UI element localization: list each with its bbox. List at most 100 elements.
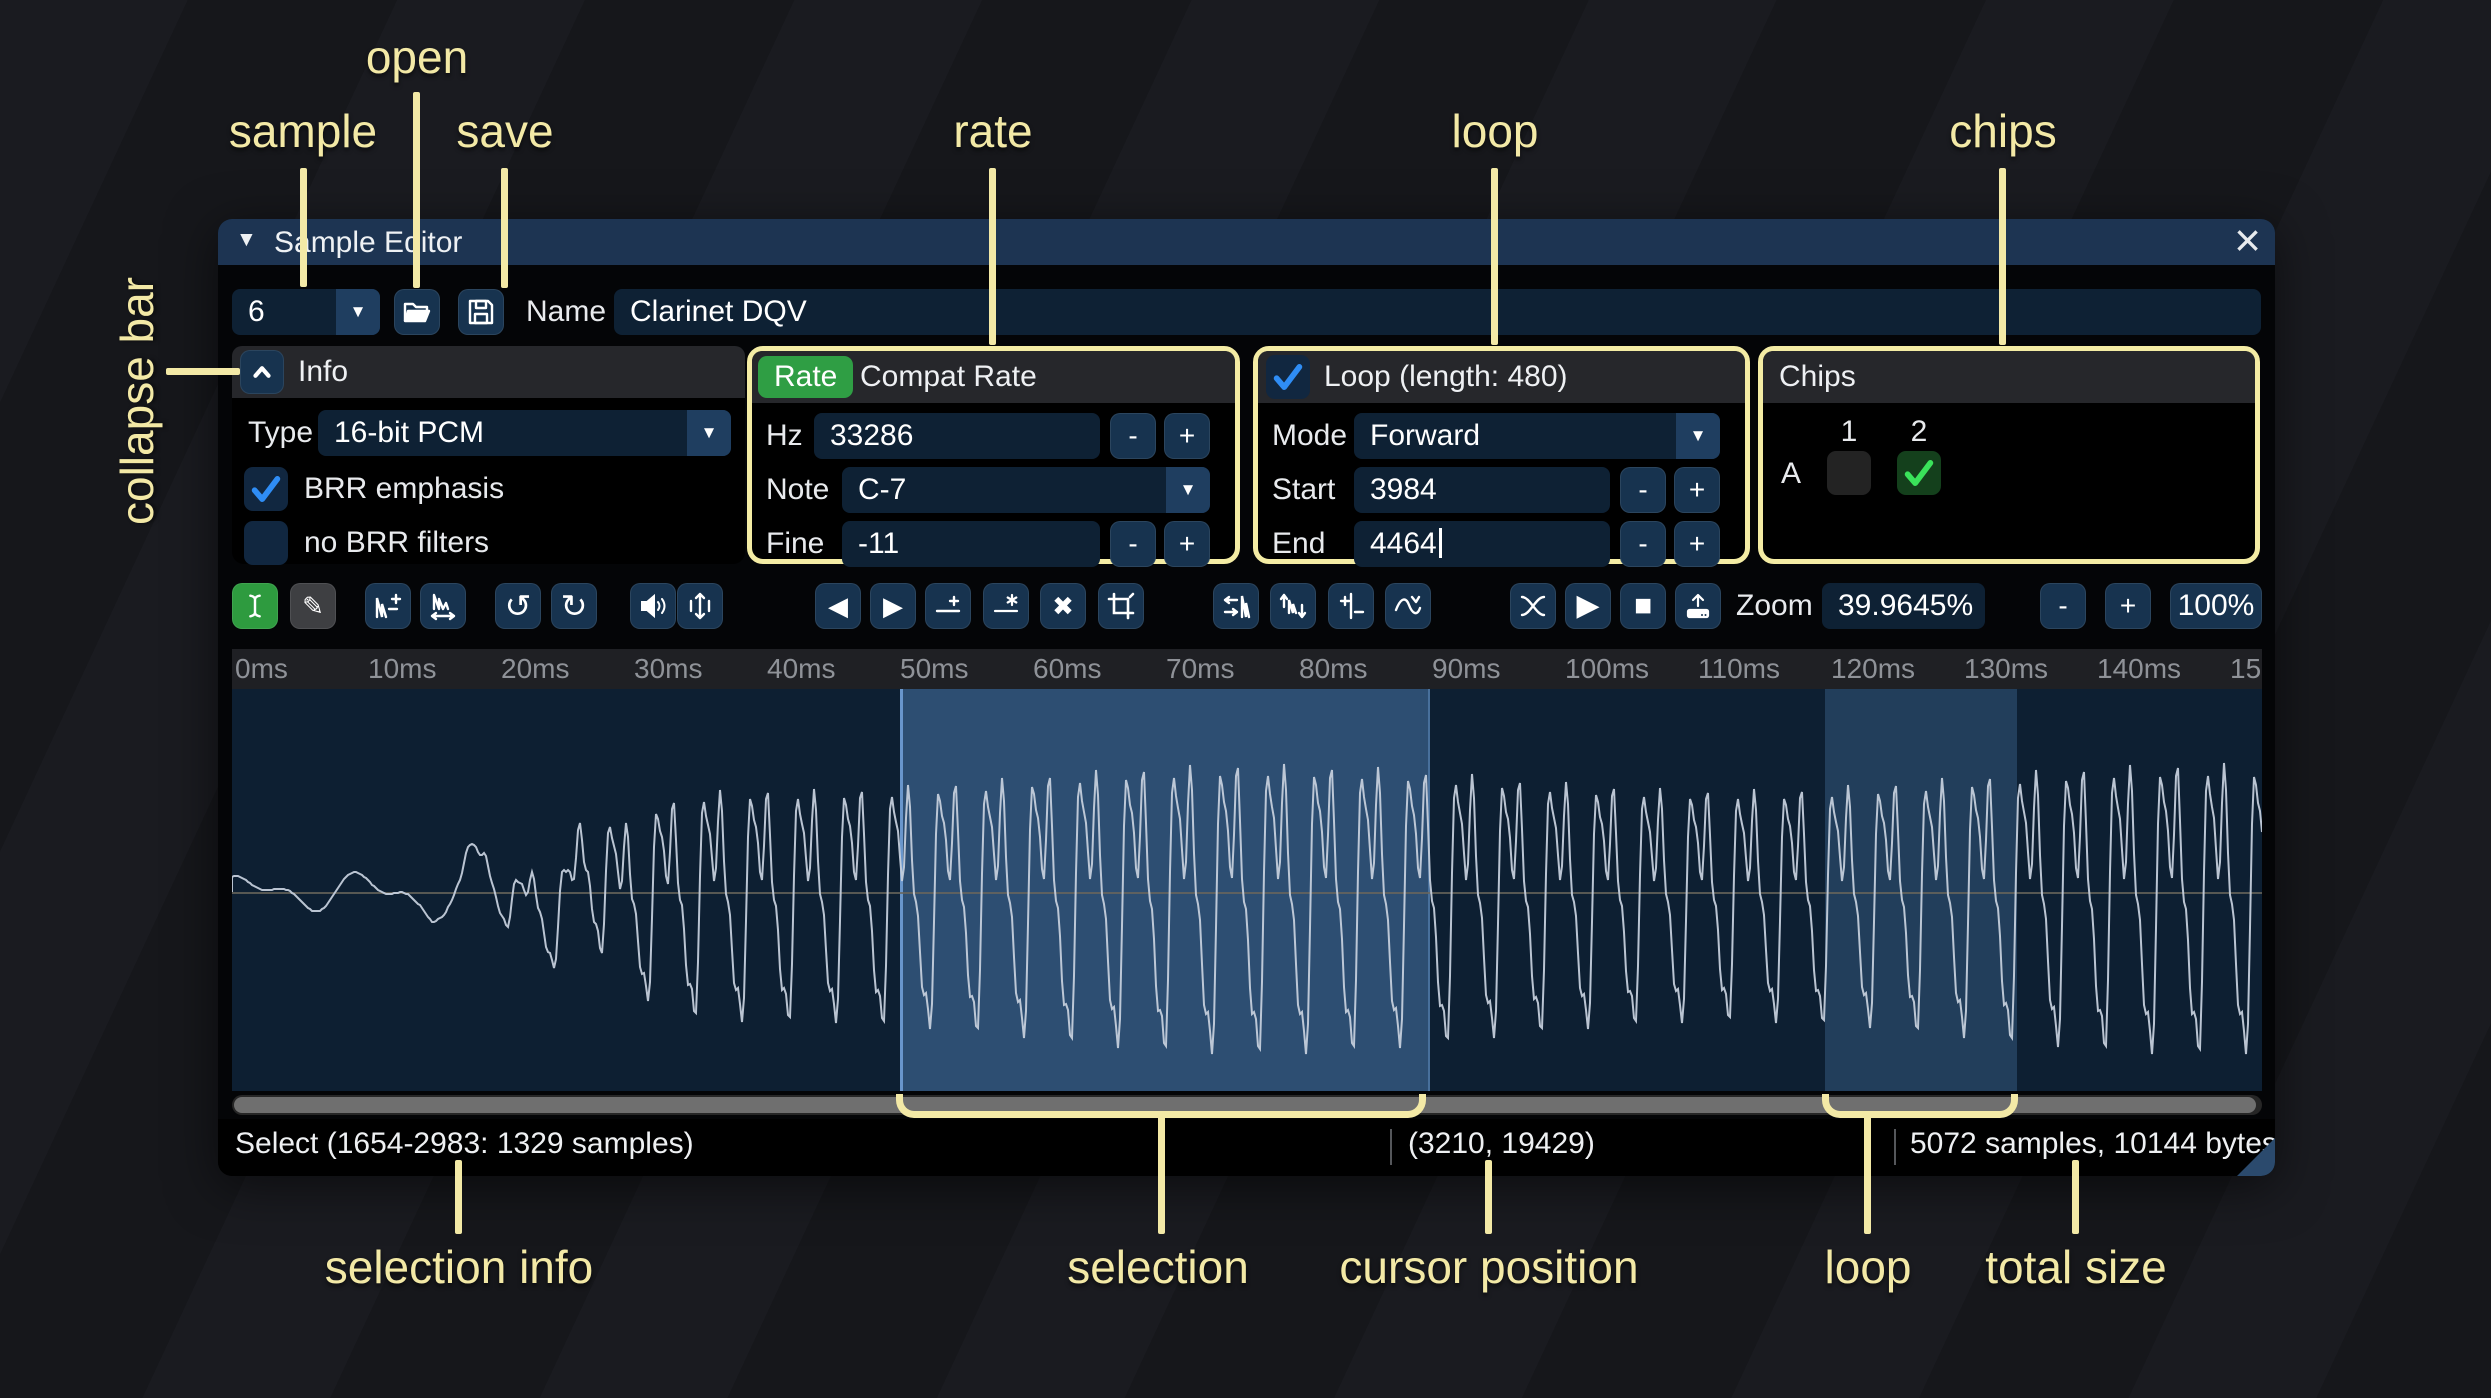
zoom-input[interactable]: 39.9645% [1822, 583, 1985, 629]
chevron-down-icon[interactable]: ▼ [1166, 467, 1210, 513]
sample-type-select[interactable]: 16-bit PCM ▼ [318, 410, 731, 456]
save-sample-button[interactable] [458, 289, 504, 335]
filter-curve-icon [1394, 595, 1422, 615]
resample-button[interactable] [420, 583, 466, 629]
folder-open-icon [403, 302, 431, 323]
brr-emphasis-checkbox[interactable] [244, 467, 288, 511]
fine-plus-button[interactable]: + [1164, 521, 1210, 567]
export-button[interactable] [1675, 583, 1721, 629]
waveform-stretch-icon [430, 593, 456, 621]
annotation-collapse-bar: collapse bar [111, 276, 163, 525]
title-bar[interactable]: ▼ Sample Editor × [218, 219, 2275, 267]
waveform-plus-icon [375, 593, 402, 619]
right-triangle-icon: ▶ [883, 591, 903, 621]
collapse-window-icon[interactable]: ▼ [236, 228, 257, 252]
rate-badge[interactable]: Rate [758, 356, 854, 398]
hz-label: Hz [766, 419, 803, 452]
trim-button[interactable] [1098, 583, 1144, 629]
annotation-line-selection [1158, 1114, 1165, 1234]
type-label: Type [248, 416, 314, 449]
loop-start-plus-button[interactable]: + [1674, 467, 1720, 513]
redo-button[interactable]: ↻ [551, 583, 597, 629]
timeline-tick: 120ms [1831, 653, 1916, 684]
chevron-down-icon[interactable]: ▼ [1676, 413, 1720, 459]
hz-minus-button[interactable]: - [1110, 413, 1156, 459]
check-icon [251, 476, 281, 502]
filter-button[interactable] [1385, 583, 1431, 629]
amplify-button[interactable] [630, 583, 676, 629]
apply-silence-button[interactable] [983, 583, 1029, 629]
annotation-line-loop-bottom [1864, 1114, 1871, 1234]
zoom-out-button[interactable]: - [2040, 583, 2086, 629]
loop-mode-select[interactable]: Forward ▼ [1354, 413, 1720, 459]
info-panel-title: Info [298, 355, 349, 388]
crop-icon [1107, 592, 1135, 620]
chevron-down-icon[interactable]: ▼ [336, 289, 380, 335]
chip-a2-checkbox[interactable] [1897, 451, 1941, 495]
loop-end-input[interactable]: 4464 [1354, 521, 1610, 567]
status-selection-info: Select (1654-2983: 1329 samples) [235, 1127, 694, 1160]
loop-end-plus-button[interactable]: + [1674, 521, 1720, 567]
screenshot-stage: ▼ Sample Editor × 6 ▼ Name Clarinet DQV [0, 0, 2491, 1398]
loop-start-label: Start [1272, 473, 1336, 506]
zoom-in-button[interactable]: + [2105, 583, 2151, 629]
hz-plus-button[interactable]: + [1164, 413, 1210, 459]
wave-arrows-icon [1279, 593, 1307, 619]
stop-button[interactable]: ■ [1620, 583, 1666, 629]
insert-silence-button[interactable] [925, 583, 971, 629]
loop-end-minus-button[interactable]: - [1620, 521, 1666, 567]
resize-button[interactable] [365, 583, 411, 629]
timeline-tick: 0ms [235, 653, 288, 684]
timeline-tick: 90ms [1432, 653, 1501, 684]
timeline-tick: 20ms [501, 653, 570, 684]
invert-button[interactable] [1270, 583, 1316, 629]
loop-enable-checkbox[interactable] [1266, 355, 1310, 399]
fine-input[interactable]: -11 [842, 521, 1100, 567]
normalize-button[interactable] [677, 583, 723, 629]
note-select[interactable]: C-7 ▼ [842, 467, 1210, 513]
flip-button[interactable] [1213, 583, 1259, 629]
chevron-down-icon[interactable]: ▼ [687, 410, 731, 456]
timeline-tick: 50ms [900, 653, 969, 684]
waveform-display[interactable] [232, 689, 2262, 1091]
play-button[interactable]: ▶ [1565, 583, 1611, 629]
annotation-cursor-position: cursor position [1339, 1241, 1639, 1293]
draw-mode-button[interactable]: ✎ [290, 583, 336, 629]
annotation-line-rate [989, 168, 996, 345]
undo-button[interactable]: ↺ [495, 583, 541, 629]
sample-name-input[interactable]: Clarinet DQV [614, 289, 2261, 335]
timeline-tick: 110ms [1698, 653, 1780, 684]
sample-number-select[interactable]: 6 ▼ [232, 289, 380, 335]
rate-panel-title: Compat Rate [860, 360, 1037, 393]
fine-minus-button[interactable]: - [1110, 521, 1156, 567]
chips-panel-header: Chips [1763, 351, 2255, 403]
chip-a1-checkbox[interactable] [1827, 451, 1871, 495]
no-brr-filters-checkbox[interactable] [244, 521, 288, 565]
waveform-updown-icon [689, 592, 711, 620]
select-mode-button[interactable] [232, 583, 278, 629]
waveform-trace [232, 762, 2262, 1055]
redo-icon: ↻ [560, 588, 588, 624]
crossfade-button[interactable] [1510, 583, 1556, 629]
zoom-reset-button[interactable]: 100% [2170, 583, 2262, 629]
collapse-bar-button[interactable] [240, 350, 284, 394]
chips-panel-title: Chips [1779, 360, 1856, 393]
loop-panel: Loop (length: 480) Mode Forward ▼ Start … [1253, 346, 1750, 567]
sample-editor-window: ▼ Sample Editor × 6 ▼ Name Clarinet DQV [218, 219, 2275, 1176]
fade-out-button[interactable]: ▶ [870, 583, 916, 629]
note-value: C-7 [858, 473, 907, 506]
delete-button[interactable]: ✖ [1040, 583, 1086, 629]
loop-start-minus-button[interactable]: - [1620, 467, 1666, 513]
resize-grip[interactable] [2237, 1138, 2275, 1176]
timeline-tick: 150ms [2230, 653, 2262, 684]
save-floppy-icon [468, 299, 494, 325]
chip-col-1: 1 [1840, 415, 1858, 448]
fade-in-button[interactable]: ◀ [815, 583, 861, 629]
stop-icon: ■ [1633, 589, 1653, 622]
sign-convert-button[interactable] [1328, 583, 1374, 629]
timeline-tick: 100ms [1565, 653, 1650, 684]
close-icon[interactable]: × [2234, 219, 2261, 267]
hz-input[interactable]: 33286 [814, 413, 1100, 459]
open-sample-button[interactable] [394, 289, 440, 335]
loop-start-input[interactable]: 3984 [1354, 467, 1610, 513]
